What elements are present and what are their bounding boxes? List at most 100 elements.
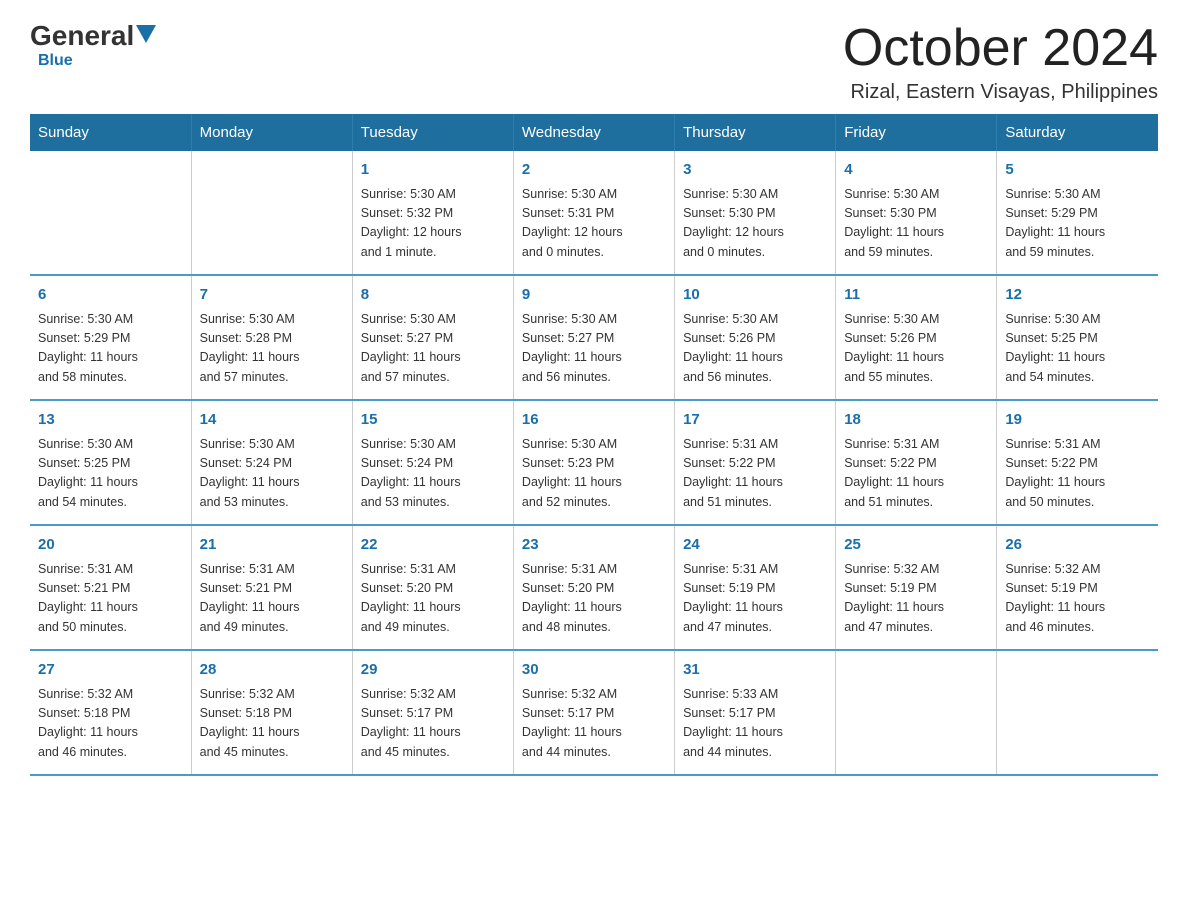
day-info: Sunrise: 5:31 AM Sunset: 5:19 PM Dayligh… <box>683 560 827 638</box>
day-number: 13 <box>38 409 183 432</box>
header-saturday: Saturday <box>997 114 1158 151</box>
day-info: Sunrise: 5:32 AM Sunset: 5:17 PM Dayligh… <box>522 685 666 763</box>
day-number: 22 <box>361 534 505 557</box>
day-number: 20 <box>38 534 183 557</box>
header-friday: Friday <box>836 114 997 151</box>
calendar-table: SundayMondayTuesdayWednesdayThursdayFrid… <box>30 114 1158 776</box>
day-info: Sunrise: 5:31 AM Sunset: 5:21 PM Dayligh… <box>38 560 183 638</box>
calendar-cell: 26 Sunrise: 5:32 AM Sunset: 5:19 PM Dayli… <box>997 525 1158 650</box>
day-info: Sunrise: 5:31 AM Sunset: 5:22 PM Dayligh… <box>1005 435 1150 513</box>
calendar-cell: 31 Sunrise: 5:33 AM Sunset: 5:17 PM Dayli… <box>675 650 836 775</box>
day-info: Sunrise: 5:30 AM Sunset: 5:27 PM Dayligh… <box>522 310 666 388</box>
day-number: 9 <box>522 284 666 307</box>
day-info: Sunrise: 5:30 AM Sunset: 5:26 PM Dayligh… <box>844 310 988 388</box>
subtitle: Rizal, Eastern Visayas, Philippines <box>843 81 1158 104</box>
day-info: Sunrise: 5:30 AM Sunset: 5:26 PM Dayligh… <box>683 310 827 388</box>
day-info: Sunrise: 5:30 AM Sunset: 5:29 PM Dayligh… <box>1005 185 1150 263</box>
day-info: Sunrise: 5:30 AM Sunset: 5:24 PM Dayligh… <box>361 435 505 513</box>
day-number: 3 <box>683 159 827 182</box>
day-info: Sunrise: 5:32 AM Sunset: 5:19 PM Dayligh… <box>1005 560 1150 638</box>
day-number: 24 <box>683 534 827 557</box>
calendar-cell: 15 Sunrise: 5:30 AM Sunset: 5:24 PM Dayli… <box>352 400 513 525</box>
day-number: 15 <box>361 409 505 432</box>
day-info: Sunrise: 5:32 AM Sunset: 5:19 PM Dayligh… <box>844 560 988 638</box>
header-sunday: Sunday <box>30 114 191 151</box>
calendar-cell: 24 Sunrise: 5:31 AM Sunset: 5:19 PM Dayli… <box>675 525 836 650</box>
day-info: Sunrise: 5:31 AM Sunset: 5:20 PM Dayligh… <box>522 560 666 638</box>
header-thursday: Thursday <box>675 114 836 151</box>
calendar-cell: 12Sunrise: 5:30 AM Sunset: 5:25 PM Dayli… <box>997 275 1158 400</box>
calendar-cell: 6 Sunrise: 5:30 AM Sunset: 5:29 PM Daylig… <box>30 275 191 400</box>
day-info: Sunrise: 5:30 AM Sunset: 5:24 PM Dayligh… <box>200 435 344 513</box>
header-monday: Monday <box>191 114 352 151</box>
calendar-cell: 3 Sunrise: 5:30 AM Sunset: 5:30 PM Daylig… <box>675 151 836 275</box>
day-info: Sunrise: 5:30 AM Sunset: 5:27 PM Dayligh… <box>361 310 505 388</box>
day-number: 6 <box>38 284 183 307</box>
day-number: 19 <box>1005 409 1150 432</box>
calendar-cell: 11 Sunrise: 5:30 AM Sunset: 5:26 PM Dayli… <box>836 275 997 400</box>
calendar-cell <box>191 151 352 275</box>
logo-triangle-icon <box>136 25 156 43</box>
calendar-cell: 21Sunrise: 5:31 AM Sunset: 5:21 PM Dayli… <box>191 525 352 650</box>
calendar-cell: 13 Sunrise: 5:30 AM Sunset: 5:25 PM Dayli… <box>30 400 191 525</box>
day-number: 27 <box>38 659 183 682</box>
calendar-cell <box>997 650 1158 775</box>
day-number: 30 <box>522 659 666 682</box>
day-info: Sunrise: 5:30 AM Sunset: 5:28 PM Dayligh… <box>200 310 344 388</box>
calendar-cell: 28Sunrise: 5:32 AM Sunset: 5:18 PM Dayli… <box>191 650 352 775</box>
day-number: 1 <box>361 159 505 182</box>
calendar-cell: 5 Sunrise: 5:30 AM Sunset: 5:29 PM Daylig… <box>997 151 1158 275</box>
day-info: Sunrise: 5:31 AM Sunset: 5:20 PM Dayligh… <box>361 560 505 638</box>
day-number: 23 <box>522 534 666 557</box>
day-number: 8 <box>361 284 505 307</box>
week-row-1: 1 Sunrise: 5:30 AM Sunset: 5:32 PM Daylig… <box>30 151 1158 275</box>
day-info: Sunrise: 5:30 AM Sunset: 5:25 PM Dayligh… <box>1005 310 1150 388</box>
day-info: Sunrise: 5:32 AM Sunset: 5:18 PM Dayligh… <box>38 685 183 763</box>
calendar-cell: 2Sunrise: 5:30 AM Sunset: 5:31 PM Daylig… <box>513 151 674 275</box>
day-info: Sunrise: 5:30 AM Sunset: 5:31 PM Dayligh… <box>522 185 666 263</box>
day-info: Sunrise: 5:31 AM Sunset: 5:21 PM Dayligh… <box>200 560 344 638</box>
calendar-cell: 19 Sunrise: 5:31 AM Sunset: 5:22 PM Dayli… <box>997 400 1158 525</box>
day-info: Sunrise: 5:30 AM Sunset: 5:30 PM Dayligh… <box>683 185 827 263</box>
logo-general: General <box>30 20 134 52</box>
day-number: 5 <box>1005 159 1150 182</box>
calendar-cell: 30 Sunrise: 5:32 AM Sunset: 5:17 PM Dayli… <box>513 650 674 775</box>
day-number: 29 <box>361 659 505 682</box>
day-number: 14 <box>200 409 344 432</box>
day-info: Sunrise: 5:31 AM Sunset: 5:22 PM Dayligh… <box>683 435 827 513</box>
header-area: General Blue October 2024 Rizal, Eastern… <box>30 20 1158 104</box>
calendar-cell: 20 Sunrise: 5:31 AM Sunset: 5:21 PM Dayli… <box>30 525 191 650</box>
day-info: Sunrise: 5:30 AM Sunset: 5:25 PM Dayligh… <box>38 435 183 513</box>
day-info: Sunrise: 5:31 AM Sunset: 5:22 PM Dayligh… <box>844 435 988 513</box>
calendar-cell: 7Sunrise: 5:30 AM Sunset: 5:28 PM Daylig… <box>191 275 352 400</box>
calendar-cell: 29 Sunrise: 5:32 AM Sunset: 5:17 PM Dayli… <box>352 650 513 775</box>
calendar-cell: 17Sunrise: 5:31 AM Sunset: 5:22 PM Dayli… <box>675 400 836 525</box>
week-row-3: 13 Sunrise: 5:30 AM Sunset: 5:25 PM Dayli… <box>30 400 1158 525</box>
day-info: Sunrise: 5:32 AM Sunset: 5:17 PM Dayligh… <box>361 685 505 763</box>
calendar-cell <box>836 650 997 775</box>
calendar-cell: 23 Sunrise: 5:31 AM Sunset: 5:20 PM Dayli… <box>513 525 674 650</box>
calendar-cell: 4Sunrise: 5:30 AM Sunset: 5:30 PM Daylig… <box>836 151 997 275</box>
day-number: 11 <box>844 284 988 307</box>
main-title: October 2024 <box>843 20 1158 77</box>
logo-area: General Blue <box>30 20 156 70</box>
calendar-cell: 1 Sunrise: 5:30 AM Sunset: 5:32 PM Daylig… <box>352 151 513 275</box>
day-info: Sunrise: 5:30 AM Sunset: 5:23 PM Dayligh… <box>522 435 666 513</box>
day-number: 28 <box>200 659 344 682</box>
header-wednesday: Wednesday <box>513 114 674 151</box>
calendar-cell: 22 Sunrise: 5:31 AM Sunset: 5:20 PM Dayli… <box>352 525 513 650</box>
day-number: 26 <box>1005 534 1150 557</box>
day-number: 25 <box>844 534 988 557</box>
week-row-4: 20 Sunrise: 5:31 AM Sunset: 5:21 PM Dayli… <box>30 525 1158 650</box>
day-info: Sunrise: 5:30 AM Sunset: 5:32 PM Dayligh… <box>361 185 505 263</box>
calendar-cell: 10Sunrise: 5:30 AM Sunset: 5:26 PM Dayli… <box>675 275 836 400</box>
calendar-cell: 8 Sunrise: 5:30 AM Sunset: 5:27 PM Daylig… <box>352 275 513 400</box>
day-number: 4 <box>844 159 988 182</box>
calendar-cell: 9 Sunrise: 5:30 AM Sunset: 5:27 PM Daylig… <box>513 275 674 400</box>
day-number: 31 <box>683 659 827 682</box>
day-info: Sunrise: 5:30 AM Sunset: 5:29 PM Dayligh… <box>38 310 183 388</box>
calendar-cell: 25 Sunrise: 5:32 AM Sunset: 5:19 PM Dayli… <box>836 525 997 650</box>
calendar-cell: 27 Sunrise: 5:32 AM Sunset: 5:18 PM Dayli… <box>30 650 191 775</box>
calendar-cell: 14 Sunrise: 5:30 AM Sunset: 5:24 PM Dayli… <box>191 400 352 525</box>
day-info: Sunrise: 5:33 AM Sunset: 5:17 PM Dayligh… <box>683 685 827 763</box>
